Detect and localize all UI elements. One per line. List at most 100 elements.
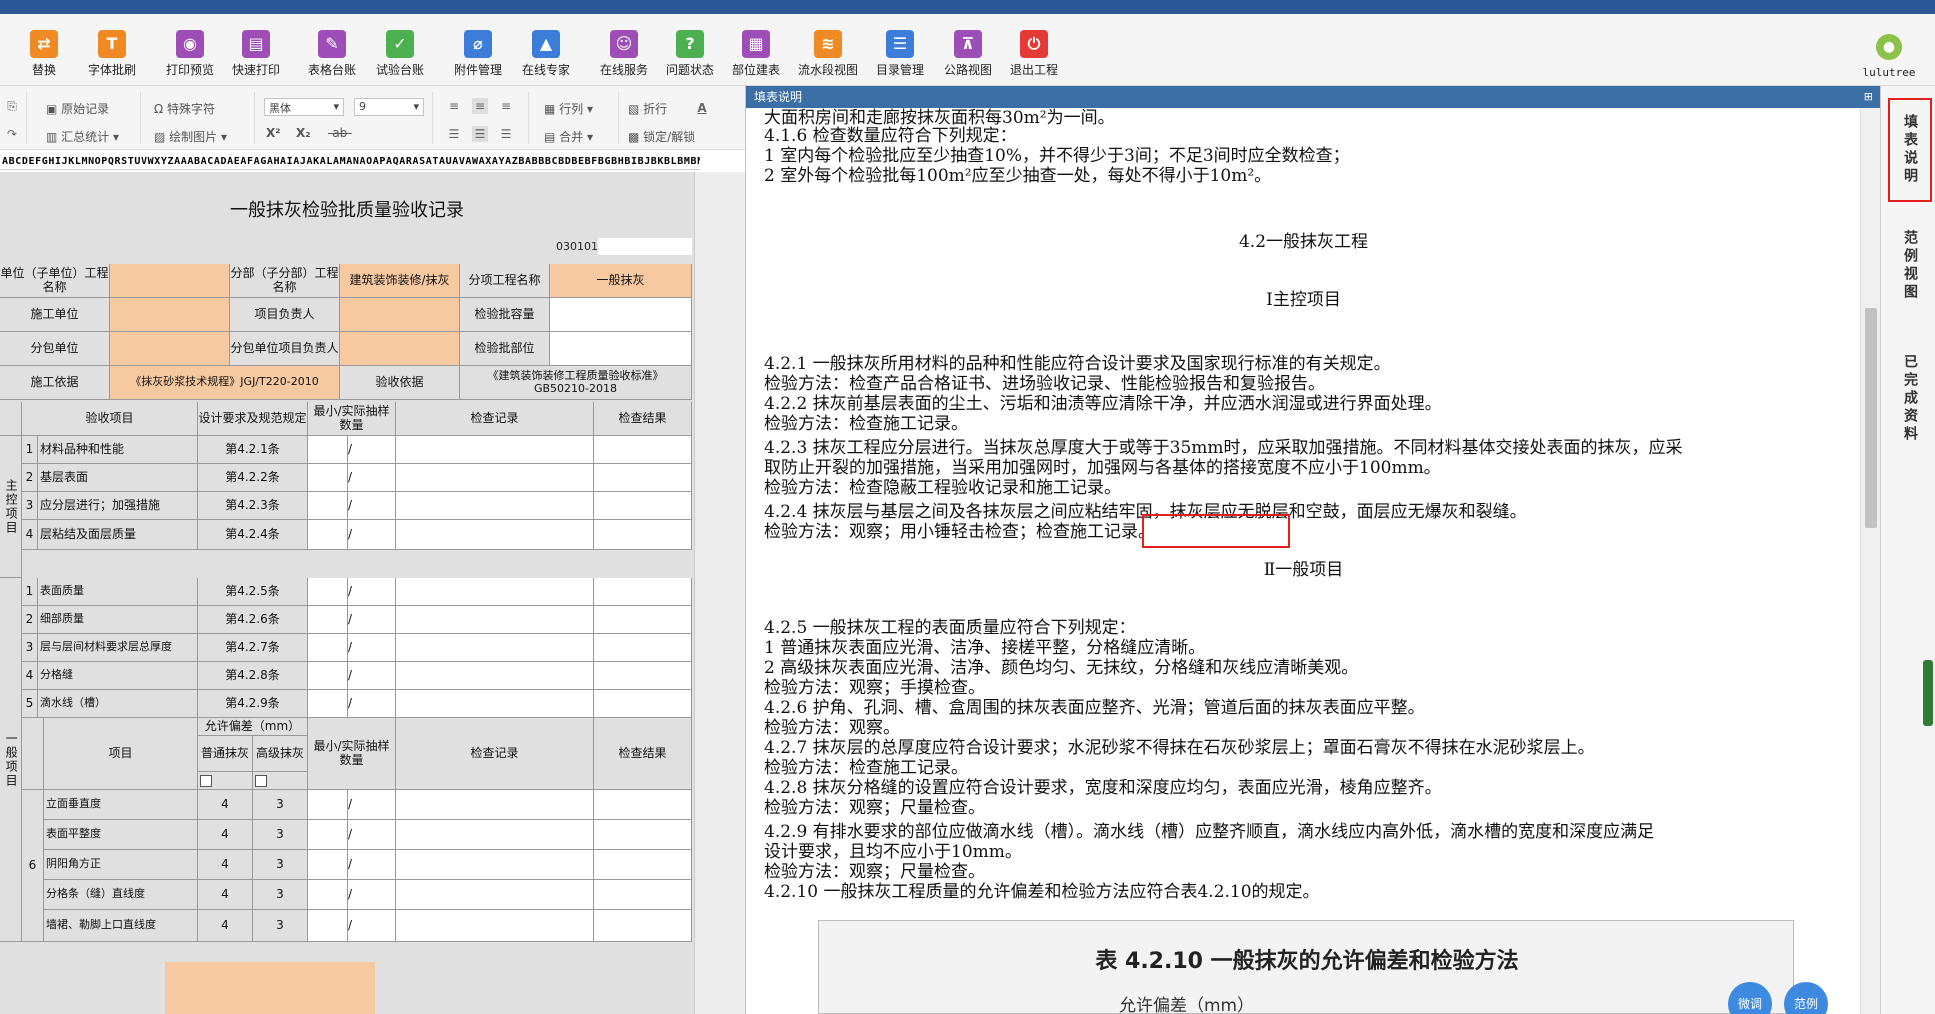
actual-sample-field[interactable]: /	[348, 910, 396, 942]
record-field[interactable]	[396, 850, 594, 880]
row-col-button[interactable]: ▦ 行列 ▾	[544, 100, 593, 117]
min-sample-field[interactable]	[308, 436, 348, 464]
min-sample-field[interactable]	[308, 880, 348, 910]
special-char-button[interactable]: Ω 特殊字符	[154, 100, 215, 117]
font-select[interactable]: 黑体 ▾	[264, 98, 344, 116]
actual-sample-field[interactable]: /	[348, 520, 396, 550]
actual-sample-field[interactable]: /	[348, 880, 396, 910]
contractor-field[interactable]	[110, 298, 230, 332]
form-code-field[interactable]	[598, 238, 692, 255]
copy-icon[interactable]: ⎘	[4, 98, 20, 114]
actual-sample-field[interactable]: /	[348, 820, 396, 850]
expert-button[interactable]: ▲ 在线专家	[512, 30, 580, 82]
side-handle[interactable]	[1923, 660, 1933, 726]
advanced-checkbox[interactable]	[255, 774, 267, 787]
wrap-button[interactable]: ▧ 折行	[628, 100, 667, 117]
tab-example-view[interactable]: 范例视图	[1888, 216, 1932, 316]
result-field[interactable]	[594, 690, 692, 718]
pin-icon[interactable]: ⊞	[1864, 86, 1873, 108]
basis-value[interactable]: 《抹灰砂浆技术规程》JGJ/T220-2010	[110, 366, 340, 400]
quick-print-button[interactable]: ▤ 快速打印	[222, 30, 290, 82]
question-status-button[interactable]: ? 问题状态	[656, 30, 724, 82]
record-field[interactable]	[396, 820, 594, 850]
valign-top-icon[interactable]: ☰	[446, 126, 462, 142]
subcontractor-field[interactable]	[110, 332, 230, 366]
result-field[interactable]	[594, 880, 692, 910]
align-right-icon[interactable]: ≡	[498, 98, 514, 114]
min-sample-field[interactable]	[308, 464, 348, 492]
print-preview-button[interactable]: ◉ 打印预览	[156, 30, 224, 82]
instructions-scrollbar[interactable]	[1860, 108, 1880, 1014]
superscript-button[interactable]: X²	[266, 126, 281, 140]
attachment-button[interactable]: ⌀ 附件管理	[444, 30, 512, 82]
road-view-button[interactable]: ⊼ 公路视图	[934, 30, 1002, 82]
actual-sample-field[interactable]: /	[348, 464, 396, 492]
user-account[interactable]: ● lulutree	[1859, 34, 1919, 79]
tab-instructions[interactable]: 填表说明	[1888, 98, 1932, 202]
result-field[interactable]	[594, 606, 692, 634]
position-table-button[interactable]: ▦ 部位建表	[722, 30, 790, 82]
record-field[interactable]	[396, 578, 594, 606]
actual-sample-field[interactable]: /	[348, 634, 396, 662]
table-ledger-button[interactable]: ✎ 表格台账	[298, 30, 366, 82]
subitem-value[interactable]: 一般抹灰	[550, 264, 692, 298]
actual-sample-field[interactable]: /	[348, 850, 396, 880]
actual-sample-field[interactable]: /	[348, 790, 396, 820]
actual-sample-field[interactable]: /	[348, 606, 396, 634]
merge-button[interactable]: ▤ 合并 ▾	[544, 128, 593, 145]
unit-name-field[interactable]	[110, 264, 230, 298]
segment-view-button[interactable]: ≋ 流水段视图	[794, 30, 862, 82]
result-field[interactable]	[594, 910, 692, 942]
record-field[interactable]	[396, 464, 594, 492]
summary-button[interactable]: ▥ 汇总统计 ▾	[46, 128, 119, 145]
record-field[interactable]	[396, 520, 594, 550]
min-sample-field[interactable]	[308, 820, 348, 850]
actual-sample-field[interactable]: /	[348, 690, 396, 718]
example-button[interactable]: 范例	[1784, 982, 1828, 1014]
min-sample-field[interactable]	[308, 634, 348, 662]
actual-sample-field[interactable]: /	[348, 436, 396, 464]
scroll-thumb[interactable]	[1865, 308, 1877, 528]
min-sample-field[interactable]	[308, 690, 348, 718]
result-field[interactable]	[594, 492, 692, 520]
min-sample-field[interactable]	[308, 662, 348, 690]
result-field[interactable]	[594, 520, 692, 550]
batch-part-field[interactable]	[550, 332, 692, 366]
align-left-icon[interactable]: ≡	[446, 98, 462, 114]
replace-button[interactable]: ⇄ 替换	[10, 30, 78, 82]
min-sample-field[interactable]	[308, 520, 348, 550]
font-color-icon[interactable]: A	[694, 100, 710, 116]
record-field[interactable]	[396, 880, 594, 910]
catalog-button[interactable]: ☰ 目录管理	[866, 30, 934, 82]
project-manager-field[interactable]	[340, 298, 460, 332]
font-brush-button[interactable]: T 字体批刷	[78, 30, 146, 82]
actual-sample-field[interactable]: /	[348, 492, 396, 520]
subscript-button[interactable]: X₂	[296, 126, 311, 140]
result-field[interactable]	[594, 436, 692, 464]
batch-capacity-field[interactable]	[550, 298, 692, 332]
min-sample-field[interactable]	[308, 578, 348, 606]
draw-picture-button[interactable]: ▨ 绘制图片 ▾	[154, 128, 227, 145]
min-sample-field[interactable]	[308, 850, 348, 880]
signature-field[interactable]	[165, 962, 375, 1014]
result-field[interactable]	[594, 634, 692, 662]
record-field[interactable]	[396, 606, 594, 634]
result-field[interactable]	[594, 790, 692, 820]
actual-sample-field[interactable]: /	[348, 662, 396, 690]
service-button[interactable]: ☺ 在线服务	[590, 30, 658, 82]
redo-icon[interactable]: ↷	[4, 126, 20, 142]
record-field[interactable]	[396, 436, 594, 464]
min-sample-field[interactable]	[308, 606, 348, 634]
record-field[interactable]	[396, 690, 594, 718]
normal-checkbox[interactable]	[200, 774, 212, 787]
valign-middle-icon[interactable]: ☰	[472, 126, 488, 142]
min-sample-field[interactable]	[308, 790, 348, 820]
result-field[interactable]	[594, 662, 692, 690]
strikethrough-button[interactable]: -ab-	[328, 126, 352, 140]
record-field[interactable]	[396, 662, 594, 690]
record-field[interactable]	[396, 492, 594, 520]
pane-divider[interactable]	[694, 172, 745, 1014]
record-field[interactable]	[396, 790, 594, 820]
result-field[interactable]	[594, 464, 692, 492]
sub-manager-field[interactable]	[340, 332, 460, 366]
